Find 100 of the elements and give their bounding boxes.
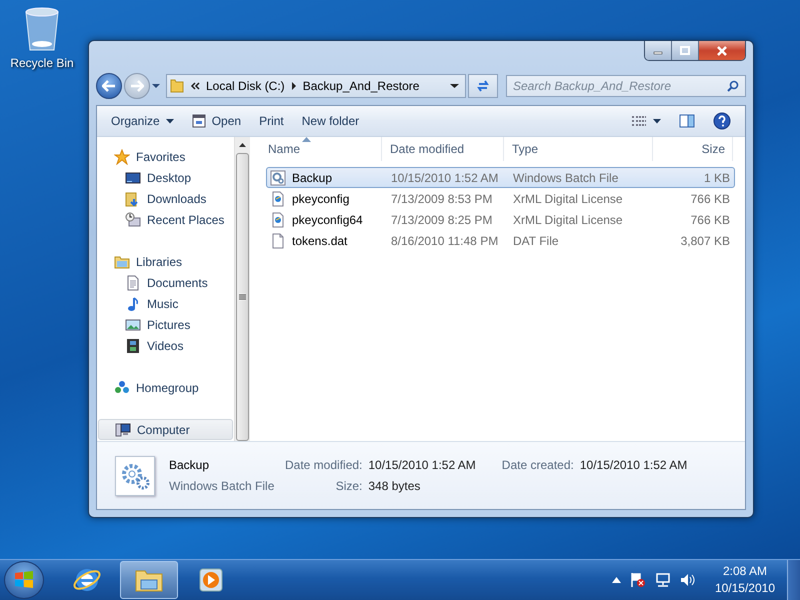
table-cell-text: 10/15/2010 1:52 AM [390, 170, 500, 184]
nav-item[interactable]: Desktop [97, 167, 234, 188]
address-bar[interactable]: Local Disk (C:) Backup_And_Restore [166, 74, 466, 98]
caret-icon [166, 118, 174, 124]
computer-clock-icon [125, 212, 141, 228]
file-name: Backup [292, 170, 332, 184]
refresh-button[interactable] [468, 74, 498, 98]
detail-label: Size: [334, 479, 362, 494]
refresh-icon [476, 79, 490, 93]
file-name: pkeyconfig64 [292, 212, 363, 226]
window-icon [192, 114, 206, 128]
file-name: tokens.dat [292, 234, 348, 248]
file-row[interactable]: Backup 10/15/2010 1:52 AM Windows Batch File 1 KB [266, 167, 735, 188]
detail-value: 348 bytes [368, 479, 422, 494]
list-view-icon [631, 115, 647, 127]
gears-icon [120, 462, 150, 490]
monitor-icon [125, 170, 141, 186]
minimize-button[interactable] [645, 41, 672, 60]
right-arrow-icon [130, 80, 144, 92]
caret-icon[interactable] [152, 83, 160, 89]
up-caret-icon[interactable] [612, 577, 621, 583]
flag-x-icon[interactable] [630, 572, 646, 588]
table-cell-text: DAT File [512, 234, 560, 248]
license-file-icon [270, 212, 286, 228]
table-cell-text: Windows Batch File [512, 170, 620, 184]
up-arrow-icon [239, 143, 246, 147]
grip-icon [239, 294, 246, 300]
file-row[interactable]: tokens.dat 8/16/2010 11:48 PM DAT File 3,807 KB [266, 230, 735, 251]
table-cell-text: 766 KB [690, 192, 731, 206]
nav-item[interactable]: Homegroup [97, 377, 234, 398]
column-header[interactable]: Type [504, 137, 653, 161]
gear-file-icon [270, 170, 286, 186]
nav-item[interactable]: Music [97, 293, 234, 314]
computer-icon [115, 422, 131, 438]
detail-label: Date modified: [285, 458, 362, 472]
search-field[interactable]: Search Backup_And_Restore [506, 75, 746, 97]
show-desktop-button[interactable] [787, 560, 800, 600]
column-header[interactable]: Size [653, 137, 733, 161]
document-icon [125, 274, 141, 290]
film-strip-icon [125, 338, 141, 354]
windows-logo-icon [14, 570, 34, 590]
breadcrumb-link[interactable]: Backup_And_Restore [302, 79, 420, 93]
right-caret-icon [290, 82, 297, 90]
help-icon [713, 112, 731, 130]
table-cell-text: 766 KB [690, 212, 731, 226]
breadcrumb-link[interactable]: Local Disk (C:) [206, 79, 285, 93]
table-cell-text: 3,807 KB [680, 234, 731, 248]
toolbar-button[interactable]: Print [251, 110, 292, 132]
file-name: pkeyconfig [292, 192, 350, 206]
toolbar-button[interactable]: Open [184, 110, 250, 132]
close-button[interactable] [699, 41, 745, 60]
network-icon[interactable] [654, 572, 671, 588]
caret-icon[interactable] [450, 83, 459, 89]
file-row[interactable]: pkeyconfig 7/13/2009 8:53 PM XrML Digital License 766 KB [266, 188, 735, 209]
scrollbar[interactable] [234, 137, 250, 441]
license-file-icon [270, 190, 286, 206]
nav-item[interactable]: Libraries [97, 251, 234, 272]
folder-icon [170, 78, 184, 94]
people-icon [114, 380, 130, 396]
nav-item[interactable]: Downloads [97, 188, 234, 209]
clock[interactable]: 2:08 AM 10/15/2010 [704, 563, 775, 597]
file-row[interactable]: pkeyconfig64 7/13/2009 8:25 PM XrML Digital License 766 KB [266, 209, 735, 230]
left-arrow-icon [102, 80, 116, 92]
search-icon [727, 80, 739, 92]
detail-value: 10/15/2010 1:52 AM [580, 458, 688, 472]
folder-icon [114, 254, 130, 270]
file-type: Windows Batch File [169, 479, 276, 494]
column-header[interactable]: Name [250, 137, 382, 161]
detail-label: Date created: [500, 458, 574, 472]
organize-menu-button[interactable]: Organize [103, 110, 182, 132]
table-cell-text: 8/16/2010 11:48 PM [390, 234, 500, 248]
file-name: Backup [169, 458, 210, 472]
nav-item[interactable]: Favorites [97, 146, 234, 167]
caret-icon [653, 118, 661, 124]
scrollbar-thumb[interactable] [236, 152, 250, 441]
table-cell-text: 7/13/2009 8:53 PM [390, 192, 494, 206]
nav-item[interactable]: Recent Places [97, 209, 234, 230]
table-cell-text: 7/13/2009 8:25 PM [390, 212, 494, 226]
detail-value: 10/15/2010 1:52 AM [368, 458, 476, 472]
nav-item[interactable]: Pictures [97, 314, 234, 335]
close-icon [716, 46, 728, 56]
back-button[interactable] [96, 73, 122, 99]
table-cell-text: XrML Digital License [512, 192, 624, 206]
blank-file-icon [270, 232, 286, 248]
column-header[interactable]: Date modified [382, 137, 504, 161]
nav-item[interactable]: Computer [98, 419, 234, 440]
sort-arrow-icon [302, 137, 311, 142]
chevron-icon [190, 82, 200, 90]
maximize-icon [680, 46, 690, 55]
music-note-icon [125, 296, 141, 312]
nav-item[interactable]: Videos [97, 335, 234, 356]
recycle-bin-label[interactable]: Recycle Bin [10, 56, 74, 70]
nav-item[interactable]: Documents [97, 272, 234, 293]
toolbar-button[interactable]: New folder [294, 110, 368, 132]
star-icon [114, 148, 130, 164]
speaker-icon[interactable] [680, 572, 696, 588]
maximize-button[interactable] [672, 41, 699, 60]
table-cell-text: XrML Digital License [512, 212, 624, 226]
picture-icon [125, 316, 141, 332]
start-button[interactable] [4, 561, 44, 599]
